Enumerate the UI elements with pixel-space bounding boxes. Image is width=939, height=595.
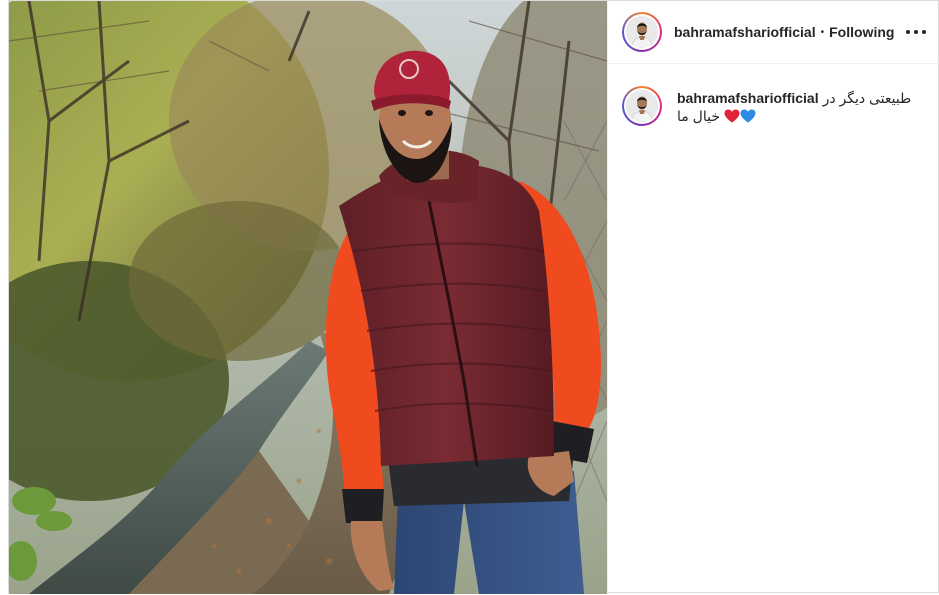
caption-body: bahramafshariofficial طبیعتی دیگر در خیا… [677, 86, 911, 126]
caption-text-line2: خیال ما [677, 108, 720, 124]
post-sidebar: bahramafshariofficial • Following bahram… [607, 1, 939, 594]
avatar[interactable] [622, 12, 662, 52]
caption-avatar[interactable] [622, 86, 662, 126]
more-horizontal-icon[interactable] [906, 23, 926, 41]
post-header: bahramafshariofficial • Following [608, 1, 939, 64]
following-button[interactable]: Following [829, 24, 894, 40]
red-heart-icon [724, 109, 740, 123]
caption-text-line1: طبیعتی دیگر در [822, 90, 912, 106]
post-photo[interactable] [9, 1, 607, 594]
instagram-post: bahramafshariofficial • Following bahram… [8, 0, 939, 594]
username-link[interactable]: bahramafshariofficial [674, 24, 816, 40]
photo-scene [9, 1, 607, 594]
profile-picture [626, 90, 658, 122]
profile-picture [626, 16, 658, 48]
separator-dot: • [820, 26, 825, 38]
header-text: bahramafshariofficial • Following [674, 24, 894, 40]
caption-username-link[interactable]: bahramafshariofficial [677, 89, 819, 107]
caption: bahramafshariofficial طبیعتی دیگر در خیا… [608, 64, 939, 126]
blue-heart-icon [740, 109, 756, 123]
